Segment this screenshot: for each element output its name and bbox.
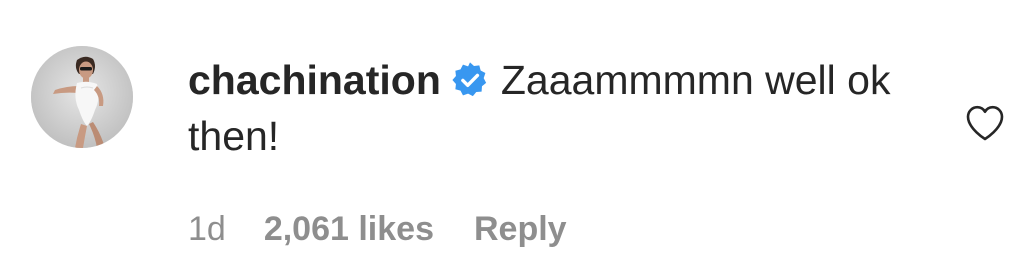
heart-outline-icon (966, 105, 1004, 141)
avatar-image (31, 46, 133, 148)
like-button[interactable] (965, 104, 1005, 142)
comment: chachination Zaaammmmn well ok then! 1d … (0, 0, 1024, 272)
comment-meta: 1d 2,061 likes Reply (188, 205, 567, 253)
username-link[interactable]: chachination (188, 57, 441, 103)
verified-badge-icon (451, 61, 489, 99)
reply-button[interactable]: Reply (474, 210, 567, 249)
comment-text-block: chachination Zaaammmmn well ok then! (188, 52, 948, 164)
avatar[interactable] (31, 46, 133, 148)
likes-count[interactable]: 2,061 likes (264, 210, 434, 249)
comment-age[interactable]: 1d (188, 210, 226, 249)
